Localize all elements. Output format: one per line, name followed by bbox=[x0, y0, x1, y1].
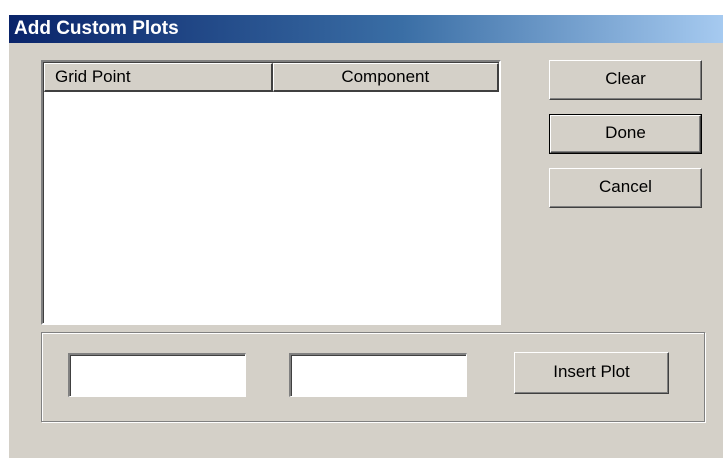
custom-plots-list[interactable]: Grid Point Component bbox=[41, 60, 501, 325]
column-header-grid-point[interactable]: Grid Point bbox=[44, 63, 273, 92]
cancel-button[interactable]: Cancel bbox=[549, 168, 702, 208]
list-header: Grid Point Component bbox=[44, 63, 499, 92]
window-title: Add Custom Plots bbox=[14, 18, 179, 39]
list-body[interactable] bbox=[44, 92, 499, 323]
title-bar[interactable]: Add Custom Plots bbox=[9, 15, 723, 43]
add-custom-plots-dialog: Add Custom Plots Grid Point Component Cl… bbox=[9, 15, 723, 458]
column-header-component[interactable]: Component bbox=[272, 63, 499, 92]
insert-plot-button[interactable]: Insert Plot bbox=[514, 352, 669, 394]
component-input[interactable] bbox=[289, 353, 467, 397]
grid-point-input[interactable] bbox=[68, 353, 246, 397]
clear-button[interactable]: Clear bbox=[549, 60, 702, 100]
insert-plot-group: Insert Plot bbox=[41, 332, 705, 422]
done-button[interactable]: Done bbox=[549, 114, 702, 154]
